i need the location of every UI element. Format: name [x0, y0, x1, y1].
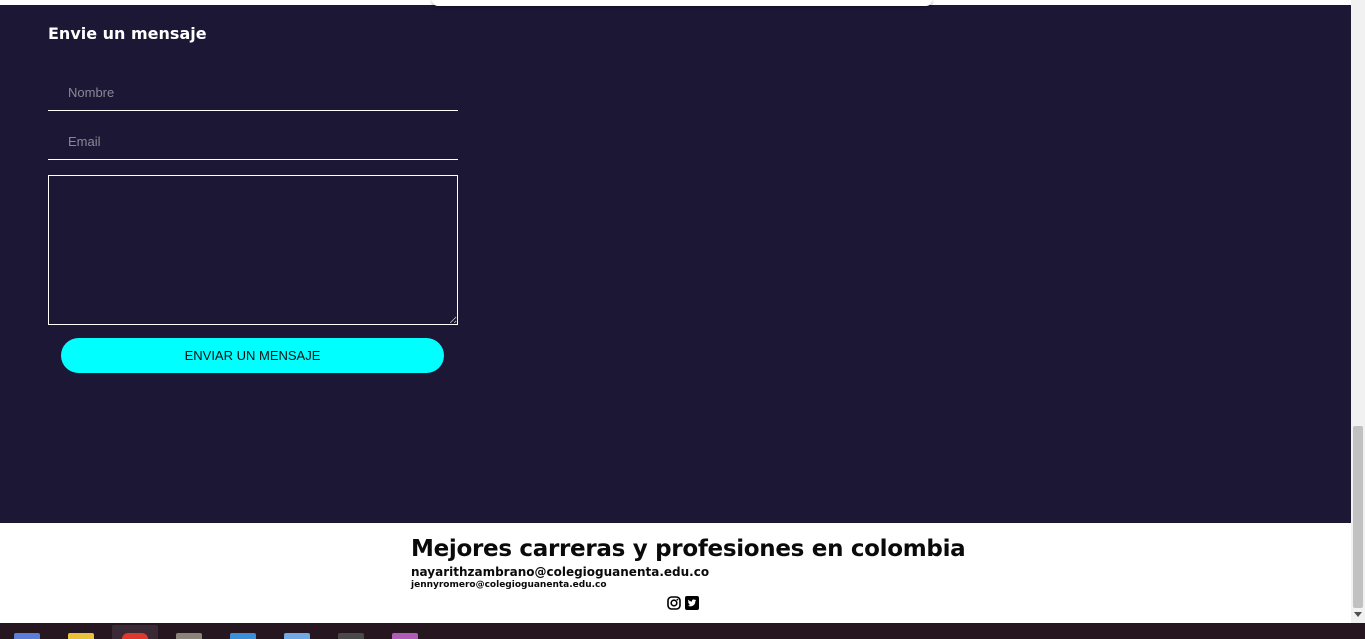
footer-email-secondary: jennyromero@colegioguanenta.edu.co	[411, 580, 607, 590]
web-page: Envie un mensaje ENVIAR UN MENSAJE Mejor…	[0, 0, 1351, 623]
instagram-icon[interactable]	[667, 595, 681, 610]
email-input[interactable]	[48, 124, 458, 160]
files-icon[interactable]	[176, 633, 202, 639]
footer-email-primary: nayarithzambrano@colegioguanenta.edu.co	[411, 565, 710, 579]
message-textarea[interactable]	[48, 175, 458, 325]
launcher-icon[interactable]	[68, 633, 94, 639]
send-message-button[interactable]: ENVIAR UN MENSAJE	[61, 338, 444, 373]
dropdown-panel-edge	[432, 0, 932, 6]
footer-title: Mejores carreras y profesiones en colomb…	[411, 536, 966, 562]
media-icon[interactable]	[392, 633, 418, 639]
editor-icon[interactable]	[230, 633, 256, 639]
os-taskbar	[0, 623, 1365, 639]
name-input[interactable]	[48, 75, 458, 111]
site-footer: Mejores carreras y profesiones en colomb…	[0, 523, 1351, 623]
contact-form-title: Envie un mensaje	[48, 24, 207, 43]
scroll-down-arrow-icon[interactable]	[1354, 612, 1362, 617]
social-links	[667, 595, 699, 610]
browser-icon[interactable]	[122, 633, 148, 639]
page-scrollbar[interactable]	[1351, 0, 1365, 623]
twitter-icon[interactable]	[685, 595, 699, 610]
scrollbar-thumb[interactable]	[1353, 426, 1363, 608]
contact-section: Envie un mensaje ENVIAR UN MENSAJE	[0, 0, 1351, 523]
file-manager-icon[interactable]	[14, 633, 40, 639]
settings-icon[interactable]	[284, 633, 310, 639]
terminal-icon[interactable]	[338, 633, 364, 639]
